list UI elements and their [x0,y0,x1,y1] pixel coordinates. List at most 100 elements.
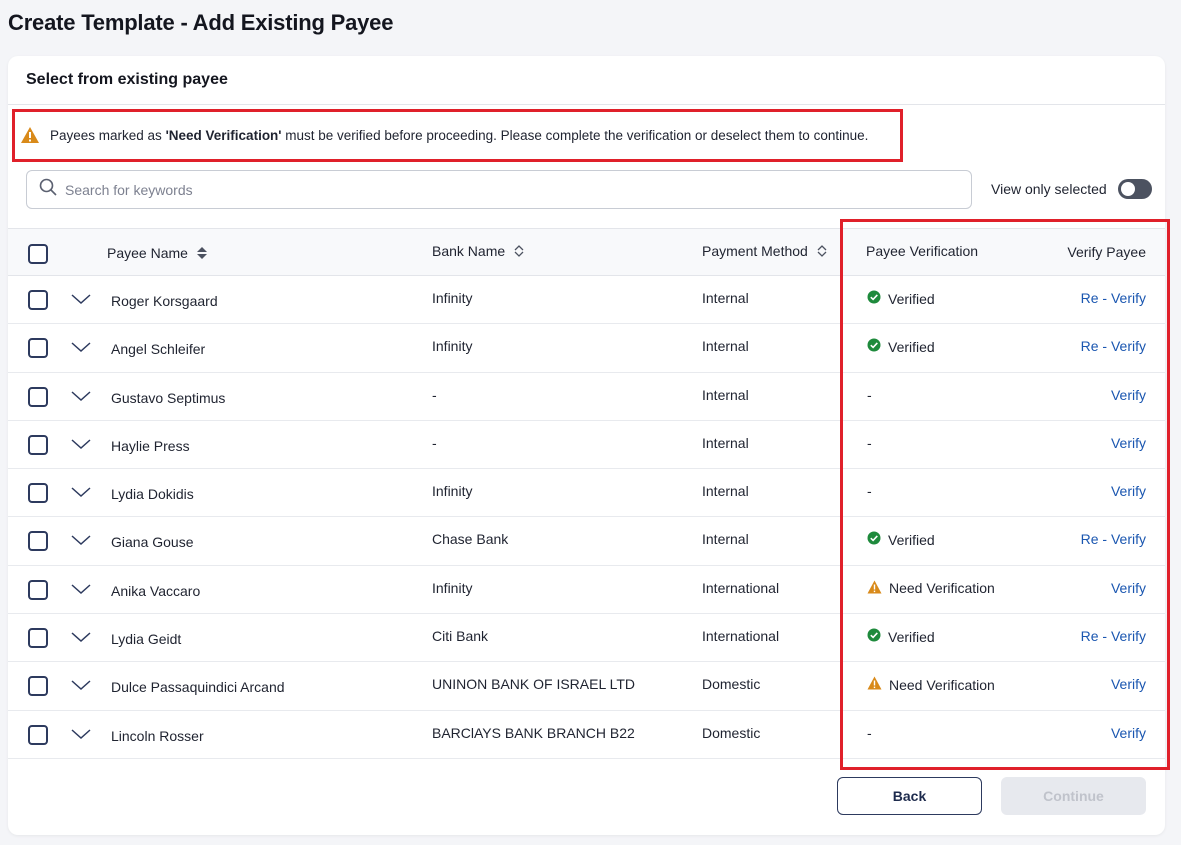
sort-icon [196,247,207,259]
row-checkbox[interactable] [28,386,48,407]
sort-icon [514,245,524,257]
alert-emphasis: 'Need Verification' [165,127,282,143]
verify-payee-link[interactable]: Verify [1111,725,1146,741]
payee-name: Lincoln Rosser [111,727,204,744]
payee-verification-status: - [867,434,872,451]
column-payee-verification: Payee Verification [866,243,979,259]
bank-name: - [432,434,437,451]
chevron-down-icon[interactable] [70,533,92,552]
payee-verification-status: Need Verification [867,676,995,693]
payee-name: Gustavo Septimus [111,389,226,406]
table-row[interactable]: Lincoln Rosser BARClAYS BANK BRANCH B22 Do… [8,710,1165,759]
bank-name: Citi Bank [432,628,489,645]
bank-name: Infinity [432,290,473,306]
search-box[interactable] [26,170,972,209]
chevron-down-icon[interactable] [70,437,92,456]
view-only-selected-toggle[interactable] [1117,179,1152,199]
payment-method: Internal [702,483,749,500]
chevron-down-icon[interactable] [70,340,92,359]
toggle-knob [1120,182,1135,196]
search-input[interactable] [65,181,945,198]
table-row[interactable]: Angel Schleifer Infinity Internal Verified R… [8,324,1165,373]
verify-payee-link[interactable]: Verify [1111,387,1146,403]
view-only-selected-label: View only selected [991,181,1107,197]
row-checkbox[interactable] [28,579,48,600]
column-bank-name[interactable]: Bank Name [432,243,525,259]
verify-payee-link[interactable]: Re - Verify [1081,628,1146,644]
chevron-down-icon[interactable] [70,678,92,697]
row-checkbox[interactable] [28,724,48,745]
table-body: Roger Korsgaard Infinity Internal Verified R… [8,276,1165,759]
row-checkbox[interactable] [28,531,48,552]
bank-name: - [432,386,437,403]
verify-payee-link[interactable]: Re - Verify [1081,290,1146,306]
payee-name: Angel Schleifer [111,341,206,358]
verify-payee-link[interactable]: Verify [1111,483,1146,499]
bank-name: Chase Bank [432,531,509,548]
table-row[interactable]: Dulce Passaquindici Arcand UNINON BANK OF… [8,662,1165,711]
table-row[interactable]: Lydia Dokidis Infinity Internal - Verify [8,469,1165,518]
payment-method: Domestic [702,724,761,741]
row-checkbox[interactable] [28,628,48,649]
warning-icon [20,126,40,144]
row-checkbox[interactable] [28,338,48,359]
payee-verification-status: - [867,483,872,500]
payment-method: International [702,628,780,645]
bank-name: BARClAYS BANK BRANCH B22 [432,724,635,741]
payment-method: Internal [702,338,749,355]
row-checkbox[interactable] [28,290,48,310]
verification-alert: Payees marked as 'Need Verification' mus… [20,126,868,144]
table-row[interactable]: Haylie Press - Internal - Verify [8,420,1165,470]
card-title: Select from existing payee [26,71,228,88]
verify-payee-link[interactable]: Re - Verify [1081,338,1146,354]
payee-name: Lydia Dokidis [111,486,194,503]
verify-payee-link[interactable]: Re - Verify [1081,531,1146,547]
payment-method: Domestic [702,676,761,693]
chevron-down-icon[interactable] [70,727,92,746]
sort-icon [817,245,827,257]
payee-name: Giana Gouse [111,534,194,551]
payee-verification-status: - [867,724,872,741]
row-checkbox[interactable] [28,676,48,697]
bank-name: Infinity [432,579,473,596]
warning-icon [867,580,889,597]
table-row[interactable]: Lydia Geidt Citi Bank International Verifie… [8,614,1165,663]
row-checkbox[interactable] [28,434,48,455]
bank-name: Infinity [432,338,473,355]
chevron-down-icon[interactable] [70,292,92,311]
select-all-checkbox[interactable] [28,244,48,264]
view-only-selected: View only selected [991,179,1152,199]
payee-verification-status: Verified [867,338,935,355]
bank-name: UNINON BANK OF ISRAEL LTD [432,676,636,693]
verify-payee-link[interactable]: Verify [1111,676,1146,692]
table-row[interactable]: Roger Korsgaard Infinity Internal Verified R… [8,276,1165,325]
back-button[interactable]: Back [837,777,982,815]
payment-method: International [702,579,780,596]
column-payment-method[interactable]: Payment Method [702,243,828,259]
bank-name: Infinity [432,483,473,500]
payment-method: Internal [702,290,749,306]
payee-name: Anika Vaccaro [111,582,201,599]
card-header: Select from existing payee [8,56,1165,105]
payee-verification-status: Verified [867,531,935,548]
payee-name: Roger Korsgaard [111,293,218,309]
continue-button[interactable]: Continue [1001,777,1146,815]
payment-method: Internal [702,531,749,548]
payee-name: Dulce Passaquindici Arcand [111,679,285,696]
column-payee-name[interactable]: Payee Name [107,245,208,261]
payee-name: Lydia Geidt [111,631,182,648]
verify-payee-link[interactable]: Verify [1111,435,1146,451]
row-checkbox[interactable] [28,483,48,504]
verify-payee-link[interactable]: Verify [1111,580,1146,596]
chevron-down-icon[interactable] [70,582,92,601]
chevron-down-icon[interactable] [70,389,92,408]
warning-icon [867,676,889,693]
table-row[interactable]: Anika Vaccaro Infinity International Need V… [8,565,1165,615]
table-row[interactable]: Giana Gouse Chase Bank Internal Verified Re … [8,517,1165,566]
chevron-down-icon[interactable] [70,630,92,649]
alert-text: Payees marked as 'Need Verification' mus… [50,127,869,143]
chevron-down-icon[interactable] [70,485,92,504]
payment-method: Internal [702,386,749,403]
payment-method: Internal [702,434,749,451]
table-row[interactable]: Gustavo Septimus - Internal - Verify [8,372,1165,421]
